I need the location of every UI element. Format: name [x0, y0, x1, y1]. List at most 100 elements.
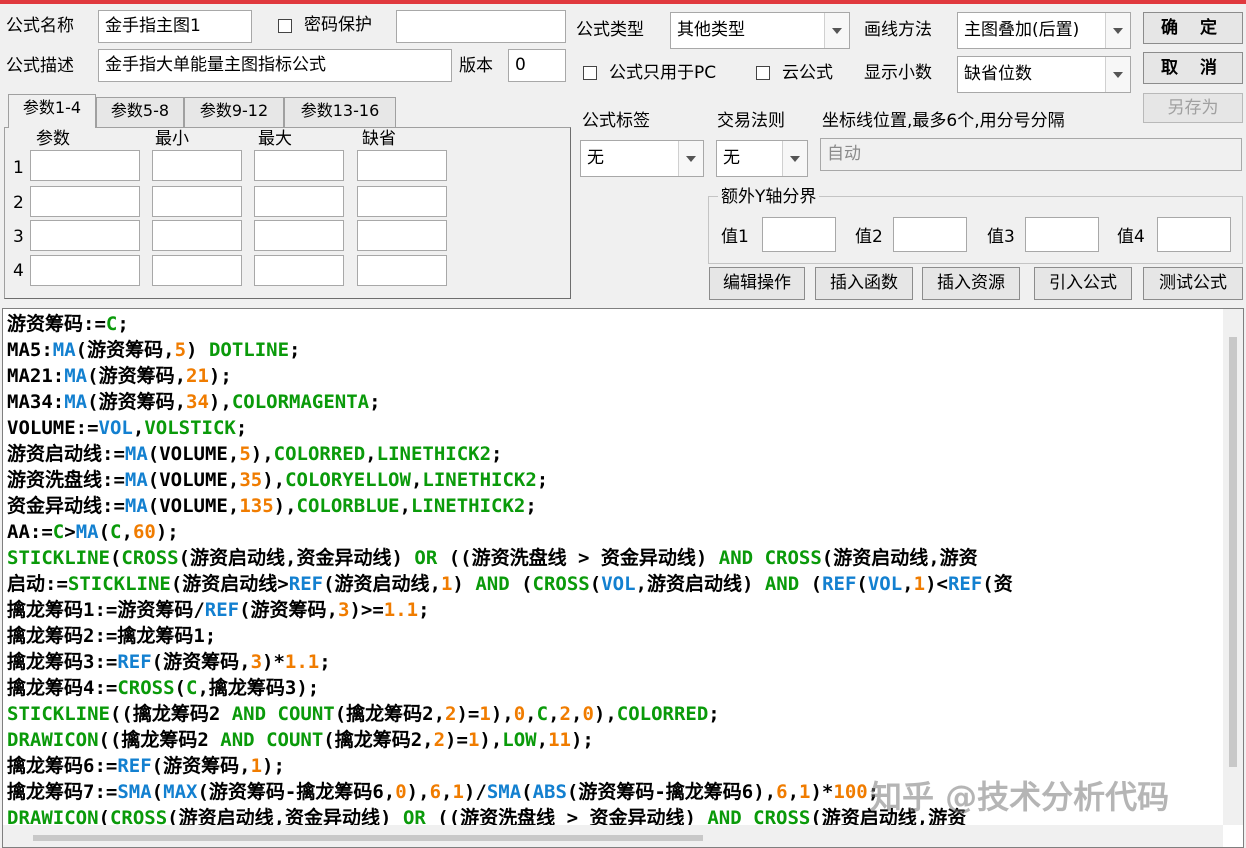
param-cell-r2-c1[interactable]: [30, 186, 140, 217]
code-token: ;: [708, 703, 720, 725]
test-formula-button[interactable]: 测试公式: [1143, 267, 1243, 300]
chevron-down-icon[interactable]: [678, 141, 703, 176]
code-line: MA21:MA(游资筹码,21);: [7, 363, 1221, 389]
param-cell-r1-c3[interactable]: [254, 150, 344, 181]
code-token: 0: [513, 703, 526, 725]
scroll-thumb[interactable]: [33, 835, 703, 841]
insert-resource-button[interactable]: 插入资源: [922, 267, 1020, 300]
code-token: ;: [235, 417, 248, 439]
code-text[interactable]: 游资筹码:=C; MA5:MA(游资筹码,5) DOTLINE; MA21:MA(游…: [7, 311, 1221, 831]
param-cell-r1-c1[interactable]: [30, 150, 140, 181]
password-checkbox[interactable]: [278, 19, 292, 33]
code-editor[interactable]: 游资筹码:=C; MA5:MA(游资筹码,5) DOTLINE; MA21:MA(游…: [2, 308, 1244, 848]
version-input[interactable]: 0: [508, 49, 566, 82]
code-token: (VOLUME,: [147, 469, 240, 491]
code-token: :=: [102, 469, 125, 491]
code-token: REF: [288, 573, 324, 595]
y-value-1-input[interactable]: [762, 217, 836, 252]
formula-type-value: 其他类型: [677, 20, 745, 40]
param-cell-r2-c2[interactable]: [152, 186, 242, 217]
tab-params-9-12[interactable]: 参数9-12: [184, 97, 284, 127]
insert-function-button[interactable]: 插入函数: [815, 267, 913, 300]
param-cell-r2-c4[interactable]: [357, 186, 447, 217]
code-token: )=: [445, 729, 468, 751]
chevron-down-icon[interactable]: [1105, 13, 1130, 48]
cancel-button[interactable]: 取 消: [1143, 52, 1243, 84]
param-header-min: 最小: [155, 129, 189, 149]
code-token: (: [87, 391, 99, 413]
param-cell-r3-c1[interactable]: [30, 220, 140, 251]
y-value-label: 值3: [987, 227, 1015, 247]
param-cell-r1-c4[interactable]: [357, 150, 447, 181]
param-cell-r3-c3[interactable]: [254, 220, 344, 251]
decimals-select[interactable]: 缺省位数: [957, 56, 1131, 93]
param-header-default: 缺省: [362, 129, 396, 149]
password-label: 密码保护: [304, 15, 372, 35]
tab-params-13-16[interactable]: 参数13-16: [284, 97, 396, 127]
draw-method-select[interactable]: 主图叠加(后置): [957, 12, 1131, 49]
chevron-down-icon[interactable]: [824, 13, 849, 48]
code-token: 1.1: [383, 599, 419, 621]
y-value-2-input[interactable]: [893, 217, 967, 252]
code-token: VOL: [601, 573, 636, 595]
code-token: DRAWICON: [7, 729, 99, 751]
y-value-3-input[interactable]: [1025, 217, 1099, 252]
param-cell-r4-c3[interactable]: [254, 255, 344, 286]
code-line: 擒龙筹码2:=擒龙筹码1;: [7, 623, 1221, 649]
tab-params-1-4[interactable]: 参数1-4: [8, 94, 96, 128]
draw-method-label: 画线方法: [864, 20, 932, 40]
chevron-down-icon[interactable]: [782, 141, 807, 176]
tab-params-5-8[interactable]: 参数5-8: [96, 97, 184, 127]
code-line: 资金异动线:=MA(VOLUME,135),COLORBLUE,LINETHIC…: [7, 493, 1221, 519]
code-token: 游资洗盘线: [7, 469, 103, 491]
formula-desc-label: 公式描述: [6, 56, 74, 76]
password-input[interactable]: [396, 10, 566, 43]
param-cell-r1-c2[interactable]: [152, 150, 242, 181]
edit-operation-button[interactable]: 编辑操作: [709, 267, 805, 300]
code-token: :=: [29, 521, 53, 543]
horizontal-scrollbar[interactable]: [3, 825, 1223, 847]
code-token: 5: [239, 443, 251, 465]
code-token: MA34: [7, 391, 53, 413]
code-token: ((擒龙筹码2: [109, 703, 232, 725]
formula-desc-input[interactable]: 金手指大单能量主图指标公式: [98, 49, 452, 82]
code-token: (: [109, 547, 122, 569]
param-cell-r4-c2[interactable]: [152, 255, 242, 286]
pc-only-label: 公式只用于PC: [609, 63, 717, 83]
code-token: STICKLINE: [7, 703, 110, 725]
param-cell-r3-c2[interactable]: [152, 220, 242, 251]
scroll-thumb[interactable]: [1229, 337, 1237, 767]
save-as-button[interactable]: 另存为: [1143, 93, 1243, 123]
code-token: (游资筹码,: [151, 651, 251, 673]
code-line: 游资筹码:=C;: [7, 311, 1221, 337]
code-token: SMA: [486, 781, 522, 803]
code-token: ,: [410, 469, 423, 491]
code-token: ,: [163, 339, 175, 361]
ok-button[interactable]: 确 定: [1143, 12, 1243, 44]
code-token: (: [799, 573, 823, 595]
code-token: (: [151, 781, 164, 803]
formula-type-select[interactable]: 其他类型: [670, 12, 850, 49]
cloud-formula-checkbox[interactable]: [756, 66, 770, 80]
trade-rule-select[interactable]: 无: [716, 140, 808, 177]
import-formula-button[interactable]: 引入公式: [1034, 267, 1132, 300]
y-value-label: 值4: [1117, 227, 1145, 247]
y-value-4-input[interactable]: [1157, 217, 1231, 252]
code-token: ;: [525, 495, 537, 517]
code-token: 34: [186, 391, 209, 413]
param-cell-r3-c4[interactable]: [357, 220, 447, 251]
code-token: :=游资筹码/: [94, 599, 205, 621]
axis-position-input[interactable]: 自动: [820, 138, 1242, 171]
code-token: :: [52, 391, 65, 413]
param-cell-r2-c3[interactable]: [254, 186, 344, 217]
formula-name-input[interactable]: 金手指主图1: [98, 10, 252, 43]
param-cell-r4-c1[interactable]: [30, 255, 140, 286]
code-token: ,: [132, 417, 145, 439]
chevron-down-icon[interactable]: [1105, 57, 1130, 92]
code-token: ,: [399, 495, 411, 517]
vertical-scrollbar[interactable]: [1223, 309, 1243, 825]
param-cell-r4-c4[interactable]: [357, 255, 447, 286]
pc-only-checkbox[interactable]: [583, 66, 597, 80]
formula-tag-select[interactable]: 无: [580, 140, 704, 177]
